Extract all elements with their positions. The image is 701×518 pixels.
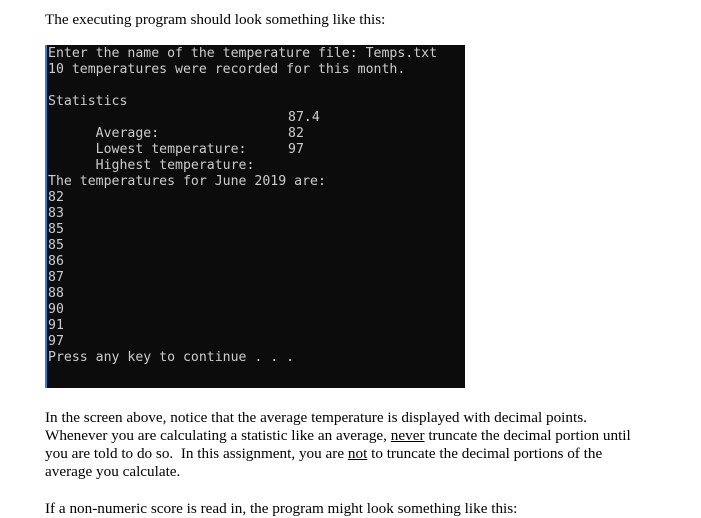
notice-line-3-post: to truncate the decimal portions of the [367, 445, 603, 462]
notice-line-2: Whenever you are calculating a statistic… [45, 427, 631, 445]
temperature-item: 97 [48, 334, 64, 349]
stat-value: 97 [288, 142, 304, 157]
temperature-item: 91 [48, 318, 64, 333]
stat-row-highest: Highest temperature: 97 [48, 142, 437, 173]
temperature-list-header: The temperatures for June 2019 are: [48, 174, 326, 189]
statistics-header: Statistics [48, 94, 128, 109]
temperature-item: 85 [48, 222, 64, 237]
temperature-item: 82 [48, 190, 64, 205]
notice-line-3: you are told to do so. In this assignmen… [45, 445, 631, 463]
continue-prompt: Press any key to continue . . . [48, 350, 295, 365]
stat-value: 87.4 [288, 110, 320, 125]
emphasis-never: never [390, 427, 425, 444]
notice-paragraph: In the screen above, notice that the ave… [45, 409, 631, 481]
notice-line-3-pre: you are told to do so. In this assignmen… [45, 445, 348, 462]
console-output: Enter the name of the temperature file: … [48, 46, 437, 366]
temperature-item: 90 [48, 302, 64, 317]
stat-row-lowest: Lowest temperature: 82 [48, 126, 437, 157]
temperature-item: 85 [48, 238, 64, 253]
intro-text: The executing program should look someth… [45, 11, 386, 28]
stat-row-average: Average: 87.4 [48, 110, 437, 141]
nonnumeric-text: If a non-numeric score is read in, the p… [45, 500, 518, 517]
console-window: Enter the name of the temperature file: … [45, 45, 465, 388]
notice-line-4: average you calculate. [45, 463, 181, 480]
stat-value: 82 [288, 126, 304, 141]
temperature-item: 86 [48, 254, 64, 269]
notice-line-2-pre: Whenever you are calculating a statistic… [45, 427, 391, 444]
temperature-item: 83 [48, 206, 64, 221]
notice-line-1: In the screen above, notice that the ave… [45, 409, 587, 426]
console-count-line: 10 temperatures were recorded for this m… [48, 62, 406, 77]
temperature-item: 88 [48, 286, 64, 301]
emphasis-not: not [347, 445, 368, 462]
temperature-item: 87 [48, 270, 64, 285]
console-prompt-line: Enter the name of the temperature file: … [48, 46, 438, 61]
notice-line-2-post: truncate the decimal portion until [424, 427, 631, 444]
